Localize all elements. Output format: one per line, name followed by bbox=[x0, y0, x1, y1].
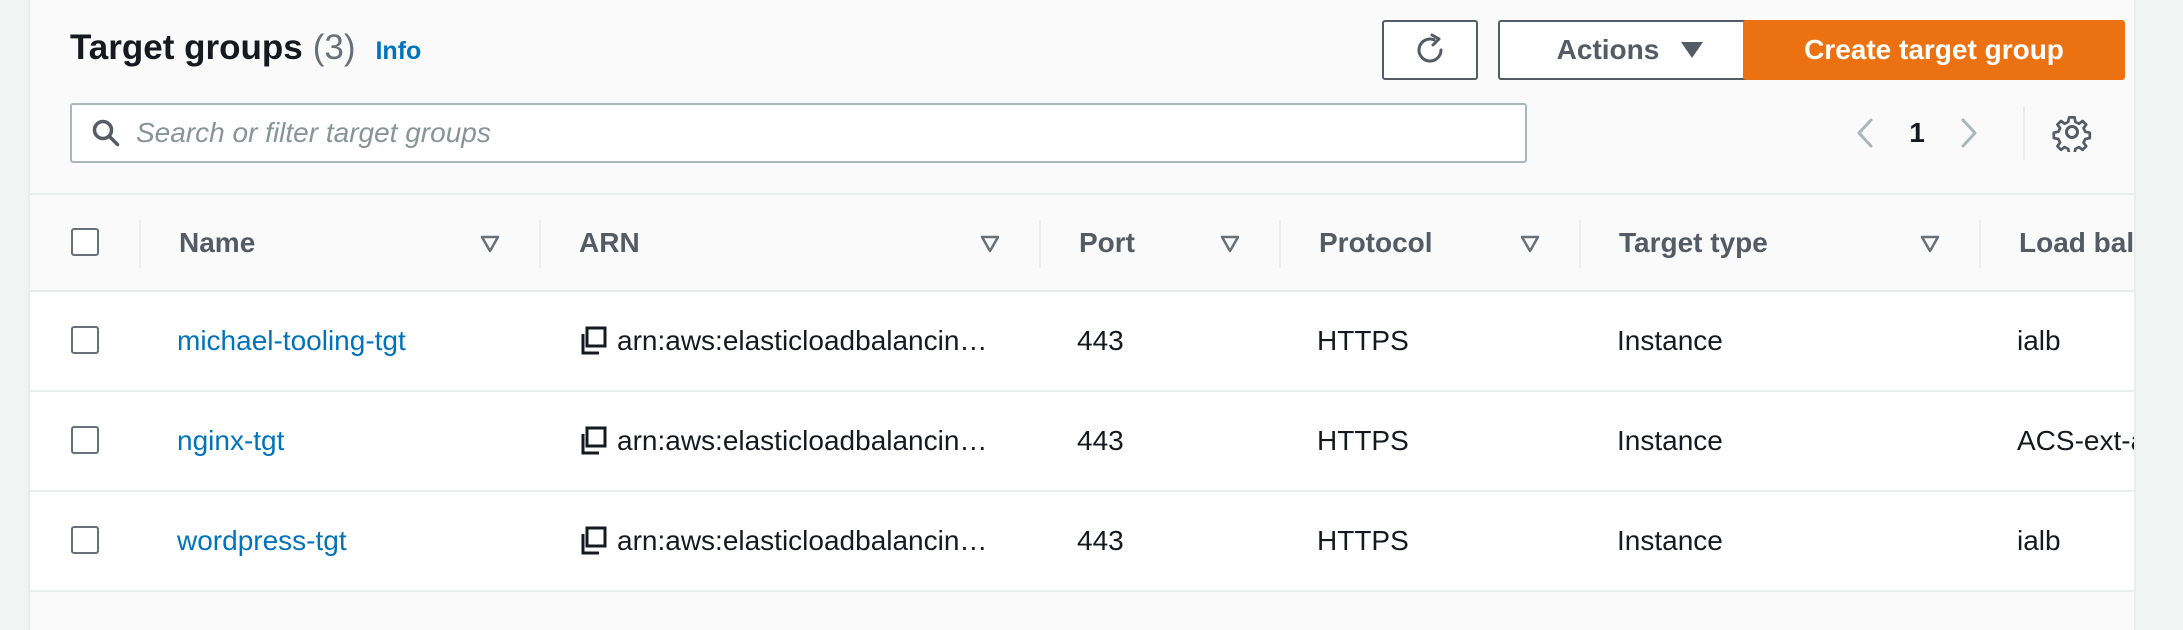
target-type-cell: Instance bbox=[1617, 325, 1723, 356]
copy-icon[interactable] bbox=[579, 526, 607, 556]
select-all-checkbox[interactable] bbox=[71, 228, 99, 256]
column-separator bbox=[139, 220, 141, 268]
protocol-cell: HTTPS bbox=[1317, 525, 1409, 556]
target-type-cell: Instance bbox=[1617, 525, 1723, 556]
column-separator bbox=[1279, 220, 1281, 268]
title-text: Target groups bbox=[70, 28, 303, 67]
column-separator bbox=[1979, 220, 1981, 268]
sort-icon[interactable] bbox=[1520, 235, 1540, 253]
load-balancer-cell: ialb bbox=[2017, 325, 2061, 356]
table-row: wordpress-tgt arn:aws:elasticloadbalanci… bbox=[30, 492, 2134, 592]
arn-text: arn:aws:elasticloadbalancin… bbox=[617, 525, 988, 556]
load-balancer-cell: ACS-ext-a bbox=[2017, 425, 2136, 456]
sort-icon[interactable] bbox=[480, 235, 500, 253]
target-group-name-link[interactable]: wordpress-tgt bbox=[177, 492, 347, 590]
arn-text: arn:aws:elasticloadbalancin… bbox=[617, 325, 988, 356]
search-icon bbox=[92, 119, 120, 147]
sort-icon[interactable] bbox=[980, 235, 1000, 253]
arn-text: arn:aws:elasticloadbalancin… bbox=[617, 425, 988, 456]
sort-icon[interactable] bbox=[1220, 235, 1240, 253]
column-header-load-balancer[interactable]: Load bala bbox=[2019, 195, 2134, 290]
refresh-icon bbox=[1417, 33, 1443, 63]
chevron-left-icon bbox=[1857, 118, 1873, 148]
page-number[interactable]: 1 bbox=[1885, 117, 1949, 149]
row-checkbox[interactable] bbox=[71, 426, 99, 454]
actions-dropdown-button[interactable]: Actions bbox=[1498, 20, 1762, 80]
gear-icon[interactable] bbox=[2052, 112, 2092, 152]
arn-cell: arn:aws:elasticloadbalancin… bbox=[579, 292, 987, 390]
sort-icon[interactable] bbox=[1920, 235, 1940, 253]
load-balancer-cell: ialb bbox=[2017, 525, 2061, 556]
copy-icon[interactable] bbox=[579, 426, 607, 456]
target-group-name-link[interactable]: nginx-tgt bbox=[177, 392, 284, 490]
arn-cell: arn:aws:elasticloadbalancin… bbox=[579, 492, 987, 590]
table-row: nginx-tgt arn:aws:elasticloadbalancin… 4… bbox=[30, 392, 2134, 492]
create-target-group-button[interactable]: Create target group bbox=[1743, 20, 2125, 80]
port-cell: 443 bbox=[1077, 425, 1124, 456]
info-link[interactable]: Info bbox=[375, 37, 421, 66]
table-row: michael-tooling-tgt arn:aws:elasticloadb… bbox=[30, 292, 2134, 392]
chevron-right-icon bbox=[1961, 118, 1977, 148]
row-checkbox[interactable] bbox=[71, 526, 99, 554]
caret-down-icon bbox=[1681, 42, 1704, 58]
page-title: Target groups (3) Info bbox=[70, 28, 421, 68]
row-checkbox[interactable] bbox=[71, 326, 99, 354]
column-header-target-type[interactable]: Target type bbox=[1619, 195, 1768, 290]
target-type-cell: Instance bbox=[1617, 425, 1723, 456]
refresh-button[interactable] bbox=[1382, 20, 1478, 80]
target-groups-panel: Target groups (3) Info Actions Create ta… bbox=[28, 0, 2136, 630]
search-box bbox=[70, 103, 1527, 163]
panel-header: Target groups (3) Info Actions Create ta… bbox=[30, 0, 2134, 193]
title-count: (3) bbox=[312, 28, 356, 67]
actions-label: Actions bbox=[1556, 34, 1660, 65]
port-cell: 443 bbox=[1077, 325, 1124, 356]
column-separator bbox=[539, 220, 541, 268]
protocol-cell: HTTPS bbox=[1317, 425, 1409, 456]
previous-page-button[interactable] bbox=[1845, 113, 1885, 153]
pagination: 1 bbox=[1845, 113, 1989, 153]
target-group-name-link[interactable]: michael-tooling-tgt bbox=[177, 292, 406, 390]
port-cell: 443 bbox=[1077, 525, 1124, 556]
copy-icon[interactable] bbox=[579, 326, 607, 356]
arn-cell: arn:aws:elasticloadbalancin… bbox=[579, 392, 987, 490]
column-header-port[interactable]: Port bbox=[1079, 195, 1135, 290]
table-header: Name ARN Port Protocol Target type Load … bbox=[30, 193, 2134, 292]
column-header-protocol[interactable]: Protocol bbox=[1319, 195, 1433, 290]
column-separator bbox=[1579, 220, 1581, 268]
protocol-cell: HTTPS bbox=[1317, 325, 1409, 356]
column-header-name[interactable]: Name bbox=[179, 195, 255, 290]
pager-divider bbox=[2023, 106, 2025, 160]
column-header-arn[interactable]: ARN bbox=[579, 195, 640, 290]
column-separator bbox=[1039, 220, 1041, 268]
search-input[interactable] bbox=[136, 117, 1436, 149]
next-page-button[interactable] bbox=[1949, 113, 1989, 153]
